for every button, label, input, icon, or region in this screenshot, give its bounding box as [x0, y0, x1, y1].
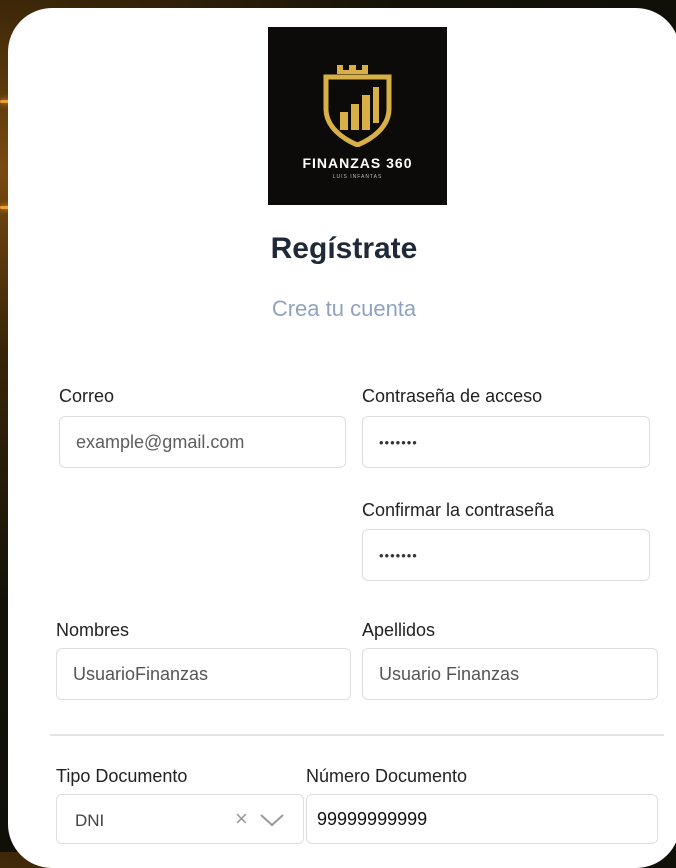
email-field[interactable] — [59, 416, 346, 468]
confirm-password-field[interactable] — [362, 529, 650, 581]
email-label: Correo — [59, 386, 115, 406]
confirm-password-label: Confirmar la contraseña — [362, 500, 555, 520]
brand-logo: FINANZAS 360 LUIS INFANTAS — [268, 27, 447, 205]
page-title: Regístrate — [270, 232, 418, 265]
page-subtitle: Crea tu cuenta — [271, 296, 417, 321]
logo-sub-text: LUIS INFANTAS — [332, 174, 383, 180]
doc-type-value: DNI — [75, 811, 105, 830]
section-divider — [50, 734, 664, 736]
first-name-label: Nombres — [56, 620, 130, 640]
chevron-down-icon[interactable] — [259, 812, 285, 828]
doc-type-label: Tipo Documento — [56, 766, 188, 786]
password-field[interactable] — [362, 416, 650, 468]
last-name-label: Apellidos — [362, 620, 436, 640]
last-name-field[interactable] — [362, 648, 658, 700]
first-name-field[interactable] — [56, 648, 351, 700]
shield-chart-icon — [323, 65, 392, 147]
register-card: FINANZAS 360 LUIS INFANTAS Regístrate Cr… — [8, 8, 676, 868]
logo-brand-text: FINANZAS 360 — [302, 155, 413, 171]
close-icon[interactable]: × — [235, 806, 248, 832]
doc-number-field[interactable] — [306, 794, 658, 844]
password-label: Contraseña de acceso — [362, 386, 543, 406]
doc-type-select[interactable]: DNI × — [56, 794, 304, 844]
doc-number-label: Número Documento — [306, 766, 468, 786]
